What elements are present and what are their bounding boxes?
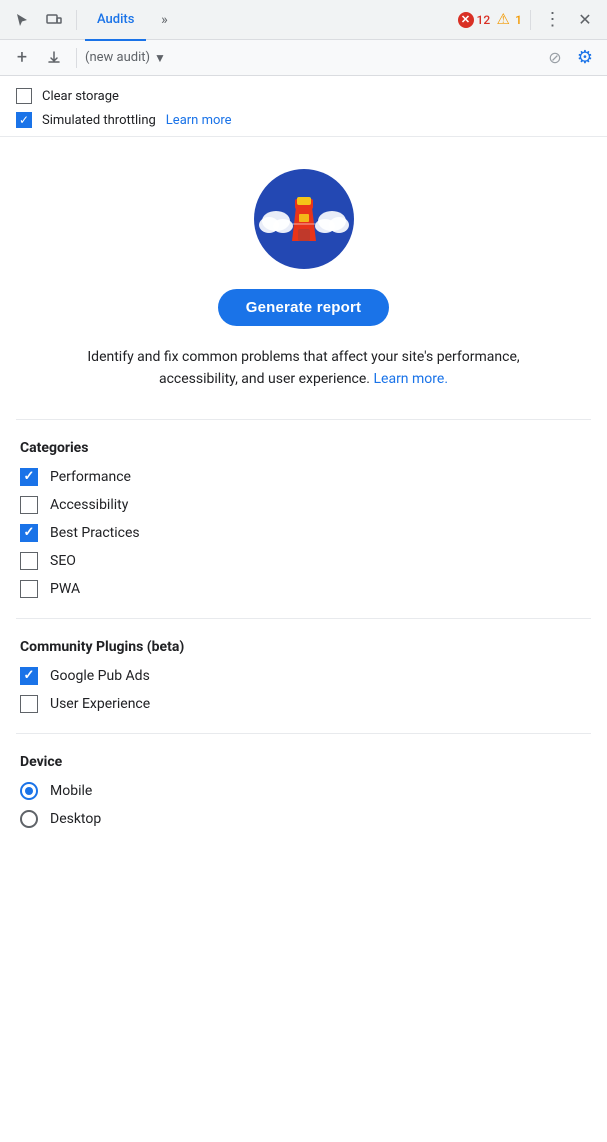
category-accessibility[interactable]: Accessibility bbox=[20, 496, 587, 514]
user-experience-label: User Experience bbox=[50, 696, 150, 712]
desktop-radio[interactable] bbox=[20, 810, 38, 828]
settings-gear-button[interactable]: ⚙ bbox=[571, 44, 599, 72]
checkmark-icon: ✓ bbox=[24, 470, 35, 483]
top-toolbar: Audits » ✕ 12 ⚠ 1 ⋮ ✕ bbox=[0, 0, 607, 40]
toolbar-divider-1 bbox=[76, 10, 77, 30]
pwa-checkbox[interactable] bbox=[20, 580, 38, 598]
community-plugins-section: Community Plugins (beta) ✓ Google Pub Ad… bbox=[0, 623, 607, 729]
second-toolbar: + (new audit) ▼ ⊘ ⚙ bbox=[0, 40, 607, 76]
accessibility-label: Accessibility bbox=[50, 497, 128, 513]
responsive-tool-icon[interactable] bbox=[40, 6, 68, 34]
simulated-throttling-label: Simulated throttling bbox=[42, 113, 156, 128]
checkmark-icon: ✓ bbox=[24, 669, 35, 682]
best-practices-checkbox[interactable]: ✓ bbox=[20, 524, 38, 542]
performance-label: Performance bbox=[50, 469, 131, 485]
lighthouse-logo bbox=[254, 169, 354, 269]
google-pub-ads-checkbox[interactable]: ✓ bbox=[20, 667, 38, 685]
categories-divider bbox=[16, 419, 591, 420]
performance-checkbox[interactable]: ✓ bbox=[20, 468, 38, 486]
mobile-radio-dot bbox=[25, 787, 33, 795]
throttling-learn-more-link[interactable]: Learn more bbox=[166, 113, 232, 128]
cursor-tool-icon[interactable] bbox=[8, 6, 36, 34]
category-seo[interactable]: SEO bbox=[20, 552, 587, 570]
tab-audits[interactable]: Audits bbox=[85, 1, 146, 41]
generate-report-button[interactable]: Generate report bbox=[218, 289, 390, 326]
plugins-divider bbox=[16, 618, 591, 619]
hero-area: Generate report Identify and fix common … bbox=[0, 137, 607, 415]
download-button[interactable] bbox=[40, 44, 68, 72]
clear-storage-checkbox[interactable] bbox=[16, 88, 32, 104]
add-button[interactable]: + bbox=[8, 44, 36, 72]
google-pub-ads-label: Google Pub Ads bbox=[50, 668, 150, 684]
categories-section: Categories ✓ Performance Accessibility ✓… bbox=[0, 424, 607, 614]
dropdown-arrow-icon: ▼ bbox=[154, 51, 166, 65]
category-pwa[interactable]: PWA bbox=[20, 580, 587, 598]
seo-label: SEO bbox=[50, 553, 76, 569]
checkmark-icon: ✓ bbox=[24, 526, 35, 539]
device-section: Device Mobile Desktop bbox=[0, 738, 607, 844]
device-mobile[interactable]: Mobile bbox=[20, 782, 587, 800]
device-divider bbox=[16, 733, 591, 734]
simulated-throttling-row[interactable]: ✓ Simulated throttling Learn more bbox=[16, 112, 591, 128]
error-icon: ✕ bbox=[458, 12, 474, 28]
category-best-practices[interactable]: ✓ Best Practices bbox=[20, 524, 587, 542]
clear-storage-label: Clear storage bbox=[42, 89, 119, 104]
hero-learn-more-link[interactable]: Learn more. bbox=[373, 371, 448, 387]
warning-badge: ⚠ 1 bbox=[494, 12, 522, 28]
best-practices-label: Best Practices bbox=[50, 525, 140, 541]
plugin-user-experience[interactable]: User Experience bbox=[20, 695, 587, 713]
more-tabs-button[interactable]: » bbox=[150, 6, 178, 34]
seo-checkbox[interactable] bbox=[20, 552, 38, 570]
no-entry-icon[interactable]: ⊘ bbox=[543, 46, 567, 70]
mobile-radio[interactable] bbox=[20, 782, 38, 800]
user-experience-checkbox[interactable] bbox=[20, 695, 38, 713]
device-desktop[interactable]: Desktop bbox=[20, 810, 587, 828]
close-button[interactable]: ✕ bbox=[571, 6, 599, 34]
hero-description: Identify and fix common problems that af… bbox=[74, 346, 534, 391]
simulated-throttling-checkbox[interactable]: ✓ bbox=[16, 112, 32, 128]
audit-select-dropdown[interactable]: (new audit) ▼ bbox=[85, 46, 539, 70]
audit-select-label: (new audit) bbox=[85, 50, 150, 65]
pwa-label: PWA bbox=[50, 581, 80, 597]
badge-divider bbox=[530, 10, 531, 30]
kebab-menu-button[interactable]: ⋮ bbox=[539, 6, 567, 34]
clear-storage-row[interactable]: Clear storage bbox=[16, 88, 591, 104]
community-plugins-title: Community Plugins (beta) bbox=[20, 639, 587, 655]
plugin-google-pub-ads[interactable]: ✓ Google Pub Ads bbox=[20, 667, 587, 685]
mobile-label: Mobile bbox=[50, 783, 92, 799]
options-row: Clear storage ✓ Simulated throttling Lea… bbox=[0, 76, 607, 137]
warning-icon: ⚠ bbox=[494, 12, 512, 28]
desktop-label: Desktop bbox=[50, 811, 101, 827]
accessibility-checkbox[interactable] bbox=[20, 496, 38, 514]
second-toolbar-divider bbox=[76, 48, 77, 68]
category-performance[interactable]: ✓ Performance bbox=[20, 468, 587, 486]
error-badge: ✕ 12 bbox=[458, 12, 491, 28]
categories-title: Categories bbox=[20, 440, 587, 456]
checkmark-icon: ✓ bbox=[19, 114, 29, 126]
device-title: Device bbox=[20, 754, 587, 770]
